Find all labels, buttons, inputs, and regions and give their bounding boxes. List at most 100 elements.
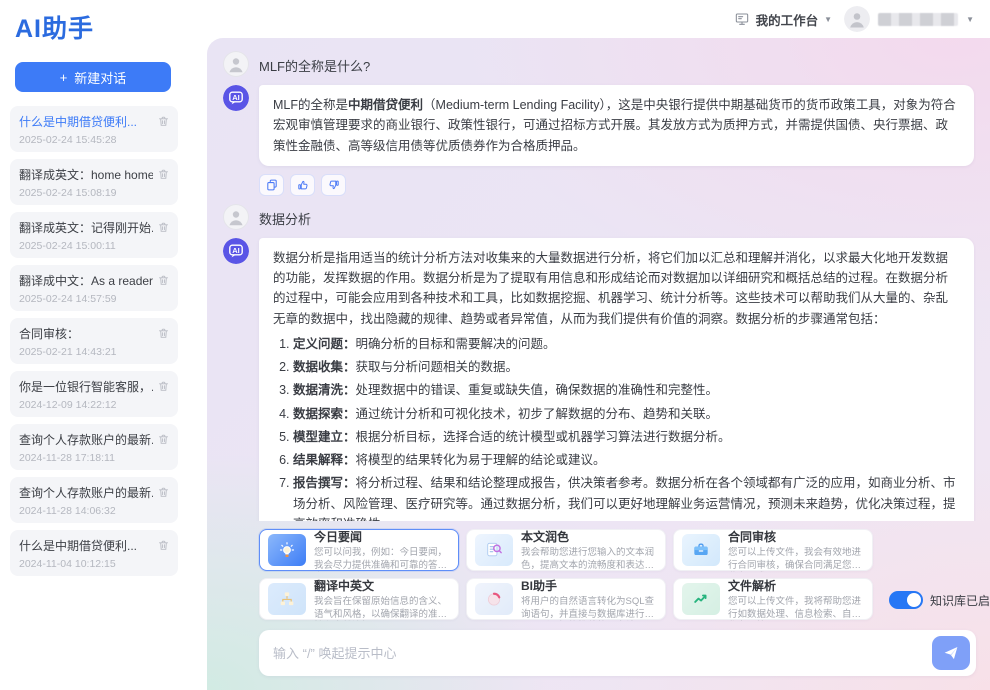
user-message-text: MLF的全称是什么? xyxy=(259,51,370,77)
feature-card-icon xyxy=(475,583,513,615)
conversation-title: 什么是中期借贷便利... xyxy=(19,113,153,130)
quick-actions-section: 今日要闻 您可以问我，例如：今日要闻，我会尽力提供准确和可靠的答案。 本文润色 … xyxy=(259,529,976,620)
trash-icon[interactable] xyxy=(157,274,170,287)
conversation-item[interactable]: 什么是中期借贷便利... 2025-02-24 15:45:28 xyxy=(10,106,178,152)
feature-card-icon xyxy=(682,534,720,566)
conversation-title: 查询个人存款账户的最新... xyxy=(19,431,153,448)
workspace-menu[interactable]: 我的工作台 ▼ xyxy=(734,10,832,29)
step-label: 结果解释： xyxy=(293,453,356,467)
chat-panel: MLF的全称是什么? AI MLF的全称是中期借贷便利（Medium-term … xyxy=(207,38,990,690)
conversation-title: 你是一位银行智能客服，... xyxy=(19,378,153,395)
trash-icon[interactable] xyxy=(157,486,170,499)
conversation-time: 2024-11-04 10:12:15 xyxy=(19,558,170,570)
user-avatar xyxy=(844,6,870,32)
message-input[interactable] xyxy=(273,646,932,661)
conversation-item-header: 什么是中期借贷便利... xyxy=(19,113,170,130)
analysis-step: 结果解释：将模型的结果转化为易于理解的结论或建议。 xyxy=(293,450,960,470)
conversation-item[interactable]: 翻译成英文：记得刚开始... 2025-02-24 15:00:11 xyxy=(10,212,178,258)
chevron-down-icon: ▼ xyxy=(824,15,832,24)
feature-card[interactable]: 今日要闻 您可以问我，例如：今日要闻，我会尽力提供准确和可靠的答案。 xyxy=(259,529,459,571)
conversation-time: 2025-02-21 14:43:21 xyxy=(19,346,170,358)
conversation-time: 2025-02-24 14:57:59 xyxy=(19,293,170,305)
thumbs-up-icon xyxy=(296,178,310,192)
analysis-step: 数据清洗：处理数据中的错误、重复或缺失值，确保数据的准确性和完整性。 xyxy=(293,380,960,400)
trash-icon[interactable] xyxy=(157,539,170,552)
conversation-item-header: 翻译成英文：home home xyxy=(19,166,170,183)
user-menu[interactable]: ▼ xyxy=(844,6,974,32)
step-label: 数据收集： xyxy=(293,360,356,374)
user-message-text: 数据分析 xyxy=(259,204,311,230)
step-text: 根据分析目标，选择合适的统计模型或机器学习算法进行数据分析。 xyxy=(356,430,731,444)
thumbs-down-icon xyxy=(327,178,341,192)
step-label: 数据清洗： xyxy=(293,383,356,397)
knowledge-base-toggle[interactable] xyxy=(889,591,923,609)
copy-icon xyxy=(265,178,279,192)
conversation-time: 2024-11-28 14:06:32 xyxy=(19,505,170,517)
feature-card[interactable]: 文件解析 您可以上传文件，我将帮助您进行如数据处理、信息检索、自动化办公等。 xyxy=(673,578,873,620)
feature-card-title: 翻译中英文 xyxy=(314,577,450,594)
knowledge-base-toggle-group: 知识库已启用 xyxy=(889,591,990,620)
analysis-steps-list: 定义问题：明确分析的目标和需要解决的问题。数据收集：获取与分析问题相关的数据。数… xyxy=(273,334,960,521)
send-icon xyxy=(942,644,960,662)
conversation-title: 翻译成英文：记得刚开始... xyxy=(19,219,153,236)
conversation-item[interactable]: 翻译成中文：As a reader... 2025-02-24 14:57:59 xyxy=(10,265,178,311)
thumbs-down-button[interactable] xyxy=(321,174,346,196)
feature-card-body: 今日要闻 您可以问我，例如：今日要闻，我会尽力提供准确和可靠的答案。 xyxy=(314,528,450,573)
conversation-item[interactable]: 查询个人存款账户的最新... 2024-11-28 14:06:32 xyxy=(10,477,178,523)
trash-icon[interactable] xyxy=(157,221,170,234)
conversation-title: 翻译成中文：As a reader... xyxy=(19,272,153,289)
feature-card[interactable]: 合同审核 您可以上传文件，我会有效地进行合同审核，确保合同满足您的业务需求。 xyxy=(673,529,873,571)
trash-icon[interactable] xyxy=(157,380,170,393)
user-message-row: 数据分析 xyxy=(223,204,976,230)
feature-card[interactable]: 翻译中英文 我会旨在保留原始信息的含义、语气和风格，以确保翻译的准确性和自然流畅… xyxy=(259,578,459,620)
new-chat-label: 新建对话 xyxy=(74,68,126,87)
analysis-step: 定义问题：明确分析的目标和需要解决的问题。 xyxy=(293,334,960,354)
step-label: 数据探索： xyxy=(293,407,356,421)
ai-message-row: AI MLF的全称是中期借贷便利（Medium-term Lending Fac… xyxy=(223,85,976,166)
feature-cards-grid: 今日要闻 您可以问我，例如：今日要闻，我会尽力提供准确和可靠的答案。 本文润色 … xyxy=(259,529,873,620)
new-chat-button[interactable]: + 新建对话 xyxy=(15,62,171,92)
feature-card-title: 今日要闻 xyxy=(314,528,450,545)
ai-message-row: AI 数据分析是指用适当的统计分析方法对收集来的大量数据进行分析，将它们加以汇总… xyxy=(223,238,976,521)
conversation-time: 2024-12-09 14:22:12 xyxy=(19,399,170,411)
monitor-icon xyxy=(734,11,750,27)
feature-card[interactable]: 本文润色 我会帮助您进行您输入的文本润色，提高文本的流畅度和表达效果。 xyxy=(466,529,666,571)
conversation-item[interactable]: 合同审核： 2025-02-21 14:43:21 xyxy=(10,318,178,364)
send-button[interactable] xyxy=(932,636,970,670)
step-text: 处理数据中的错误、重复或缺失值，确保数据的准确性和完整性。 xyxy=(356,383,719,397)
ai-intro-text: 数据分析是指用适当的统计分析方法对收集来的大量数据进行分析，将它们加以汇总和理解… xyxy=(273,248,960,329)
feature-card[interactable]: BI助手 将用户的自然语言转化为SQL查询语句，并直接与数据库进行交互，返回智能… xyxy=(466,578,666,620)
conversation-title: 查询个人存款账户的最新... xyxy=(19,484,153,501)
conversation-item-header: 查询个人存款账户的最新... xyxy=(19,431,170,448)
conversation-item[interactable]: 什么是中期借贷便利... 2024-11-04 10:12:15 xyxy=(10,530,178,576)
user-avatar xyxy=(223,51,249,77)
trash-icon[interactable] xyxy=(157,115,170,128)
conversation-item-header: 你是一位银行智能客服，... xyxy=(19,378,170,395)
feature-card-desc: 您可以问我，例如：今日要闻，我会尽力提供准确和可靠的答案。 xyxy=(314,547,450,573)
user-avatar xyxy=(223,204,249,230)
ai-avatar: AI xyxy=(223,85,249,111)
step-label: 报告撰写： xyxy=(293,476,356,490)
analysis-step: 数据收集：获取与分析问题相关的数据。 xyxy=(293,357,960,377)
thumbs-up-button[interactable] xyxy=(290,174,315,196)
step-text: 获取与分析问题相关的数据。 xyxy=(356,360,519,374)
copy-button[interactable] xyxy=(259,174,284,196)
feature-card-title: 文件解析 xyxy=(728,577,864,594)
conversation-item-header: 查询个人存款账户的最新... xyxy=(19,484,170,501)
feature-card-desc: 您可以上传文件，我将帮助您进行如数据处理、信息检索、自动化办公等。 xyxy=(728,596,864,622)
knowledge-base-label: 知识库已启用 xyxy=(930,592,990,609)
feature-card-body: 文件解析 您可以上传文件，我将帮助您进行如数据处理、信息检索、自动化办公等。 xyxy=(728,577,864,622)
trash-icon[interactable] xyxy=(157,433,170,446)
trash-icon[interactable] xyxy=(157,327,170,340)
message-actions xyxy=(259,174,976,196)
top-bar: 我的工作台 ▼ ▼ xyxy=(186,0,990,38)
conversation-item[interactable]: 翻译成英文：home home 2025-02-24 15:08:19 xyxy=(10,159,178,205)
trash-icon[interactable] xyxy=(157,168,170,181)
conversation-time: 2024-11-28 17:18:11 xyxy=(19,452,170,464)
conversation-item[interactable]: 查询个人存款账户的最新... 2024-11-28 17:18:11 xyxy=(10,424,178,470)
conversation-item[interactable]: 你是一位银行智能客服，... 2024-12-09 14:22:12 xyxy=(10,371,178,417)
feature-card-body: BI助手 将用户的自然语言转化为SQL查询语句，并直接与数据库进行交互，返回智能… xyxy=(521,577,657,622)
feature-card-icon xyxy=(682,583,720,615)
conversation-time: 2025-02-24 15:00:11 xyxy=(19,240,170,252)
chevron-down-icon: ▼ xyxy=(966,15,974,24)
